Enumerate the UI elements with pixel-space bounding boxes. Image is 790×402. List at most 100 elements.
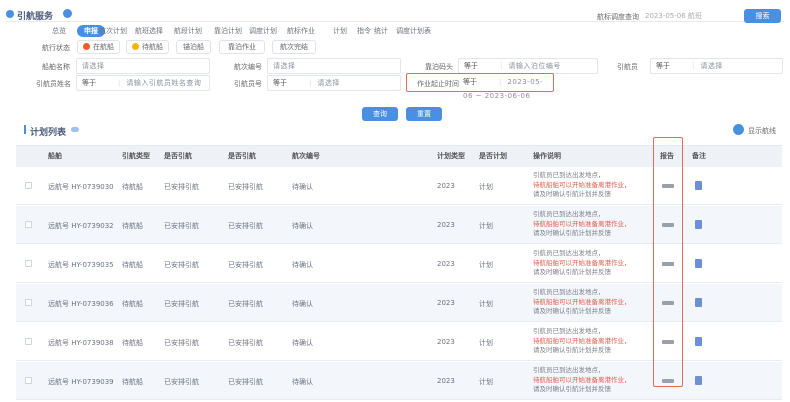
tab-8[interactable]: 计划 (333, 26, 347, 36)
cell-c5: 待确认 (292, 378, 313, 386)
cell-c4: 已安排引航 (228, 300, 263, 308)
operation-note-line: 待航船舶可以开始准备离港作业， (533, 336, 631, 345)
filter-operator[interactable]: 等于 (273, 79, 287, 87)
app-logo-icon (6, 10, 14, 18)
document-icon[interactable] (695, 298, 702, 307)
column-header-1[interactable]: 引航类型 (122, 151, 150, 161)
document-icon[interactable] (695, 337, 702, 346)
tab-5[interactable]: 靠泊计划 (214, 26, 242, 36)
tab-7[interactable]: 航标作业 (287, 26, 315, 36)
document-icon[interactable] (695, 259, 702, 268)
cell-ship: 远航号 HY-0739035 (48, 261, 114, 269)
row-checkbox[interactable] (25, 299, 32, 306)
status-pill-1[interactable]: 待航船 (126, 40, 169, 54)
filter-label: 引航员姓名 (36, 80, 71, 88)
row-checkbox[interactable] (25, 260, 32, 267)
operation-note-line: 引航员已到达出发地点， (533, 249, 605, 257)
toggle-label: 显示航线 (748, 127, 776, 135)
filter-input[interactable]: 请选择 (267, 58, 401, 74)
column-header-6[interactable]: 是否计划 (479, 151, 507, 161)
row-checkbox[interactable] (25, 377, 32, 384)
cell-type: 待航船 (122, 300, 143, 308)
status-pill-3[interactable]: 靠泊作业 (219, 40, 265, 54)
filter-divider: | (309, 79, 312, 87)
operation-note-line: 待航船舶可以开始准备离港作业， (533, 375, 631, 384)
cell-c3: 已安排引航 (164, 222, 199, 230)
filter-divider: | (500, 62, 503, 70)
header-right-label: 航标调度查询 (597, 13, 639, 21)
filter-input[interactable]: 等于 | 请输入泊位编号 (458, 58, 598, 74)
filter-label: 航次编号 (234, 63, 262, 71)
cell-c5: 待确认 (292, 339, 313, 347)
filter-operator[interactable]: 等于 (82, 79, 96, 87)
filter-input[interactable]: 等于 | 请选择 (267, 75, 401, 91)
toggle-icon[interactable] (733, 124, 744, 135)
cell-c4: 已安排引航 (228, 222, 263, 230)
filter-input[interactable]: 等于 | 请输入引航员姓名查询 (76, 75, 210, 91)
filter-placeholder: 请选择 (273, 62, 296, 70)
operation-note-line: 待航船舶可以开始准备离港作业， (533, 258, 631, 267)
tab-10[interactable]: 统计 (374, 26, 388, 36)
status-pill-label: 在航船 (93, 43, 114, 51)
cell-c4: 已安排引航 (228, 183, 263, 191)
status-pill-2[interactable]: 锚泊船 (176, 40, 211, 54)
search-button[interactable]: 查询 (362, 107, 398, 121)
cell-c4: 已安排引航 (228, 261, 263, 269)
column-header-9[interactable]: 备注 (692, 151, 706, 161)
operation-note-line: 请及时确认引航计划并反馈 (533, 190, 611, 198)
status-dot-icon (83, 43, 90, 50)
cell-plan: 2023 (437, 182, 455, 190)
column-header-7[interactable]: 操作说明 (533, 151, 561, 161)
status-pill-4[interactable]: 航次完结 (272, 40, 316, 54)
cell-operation-notes: 引航员已到达出发地点， 待航船舶可以开始准备离港作业， 请及时确认引航计划并反馈 (533, 171, 645, 200)
document-icon[interactable] (695, 181, 702, 190)
cell-type: 待航船 (122, 378, 143, 386)
cell-operation-notes: 引航员已到达出发地点， 待航船舶可以开始准备离港作业， 请及时确认引航计划并反馈 (533, 327, 645, 356)
header-right-input[interactable]: 2023-05-06 航班 (640, 9, 735, 25)
row-checkbox[interactable] (25, 221, 32, 228)
tab-11[interactable]: 调度计划表 (396, 26, 431, 36)
cell-plan: 2023 (437, 338, 455, 346)
cell-operation-notes: 引航员已到达出发地点， 待航船舶可以开始准备离港作业， 请及时确认引航计划并反馈 (533, 210, 645, 239)
cell-ship: 远航号 HY-0739038 (48, 339, 114, 347)
row-checkbox[interactable] (25, 182, 32, 189)
list-title: 计划列表 (30, 128, 67, 138)
reset-button[interactable]: 重置 (406, 107, 442, 121)
operation-note-line: 引航员已到达出发地点， (533, 171, 605, 179)
operation-note-line: 引航员已到达出发地点， (533, 366, 605, 374)
row-checkbox[interactable] (25, 338, 32, 345)
tab-3[interactable]: 航班选择 (135, 26, 163, 36)
document-icon[interactable] (695, 376, 702, 385)
status-pill-0[interactable]: 在航船 (77, 40, 120, 54)
tab-6[interactable]: 调度计划 (249, 26, 277, 36)
status-dot-icon (132, 43, 139, 50)
cell-plan: 2023 (437, 377, 455, 385)
filter-input[interactable]: 请选择 (76, 58, 210, 74)
cell-ship: 远航号 HY-0739032 (48, 222, 114, 230)
filter-operator[interactable]: 等于 (464, 62, 478, 70)
tab-9[interactable]: 指令 (357, 26, 371, 36)
filter-operator[interactable]: 等于 (656, 62, 670, 70)
cell-type: 待航船 (122, 339, 143, 347)
cell-type: 待航船 (122, 261, 143, 269)
cell-flag: 计划 (479, 183, 493, 191)
header-search-button[interactable]: 搜索 (744, 9, 781, 23)
filter-input[interactable]: 等于 | 请选择 (650, 58, 783, 74)
tab-2[interactable]: 航次计划 (99, 26, 127, 36)
status-pill-label: 锚泊船 (183, 43, 204, 51)
document-icon[interactable] (695, 220, 702, 229)
tab-0[interactable]: 总览 (52, 26, 66, 36)
operation-note-line: 待航船舶可以开始准备离港作业， (533, 297, 631, 306)
column-header-2[interactable]: 是否引航 (164, 151, 192, 161)
column-header-3[interactable]: 是否引航 (228, 151, 256, 161)
filter-value: 请选择 (317, 79, 340, 87)
column-header-4[interactable]: 航次编号 (292, 151, 320, 161)
cell-c4: 已安排引航 (228, 378, 263, 386)
column-header-0[interactable]: 船舶 (48, 151, 62, 161)
filter-divider: | (692, 62, 695, 70)
cell-flag: 计划 (479, 222, 493, 230)
tab-4[interactable]: 航段计划 (174, 26, 202, 36)
cell-c5: 待确认 (292, 300, 313, 308)
filter-placeholder: 请选择 (82, 62, 105, 70)
column-header-5[interactable]: 计划类型 (437, 151, 465, 161)
